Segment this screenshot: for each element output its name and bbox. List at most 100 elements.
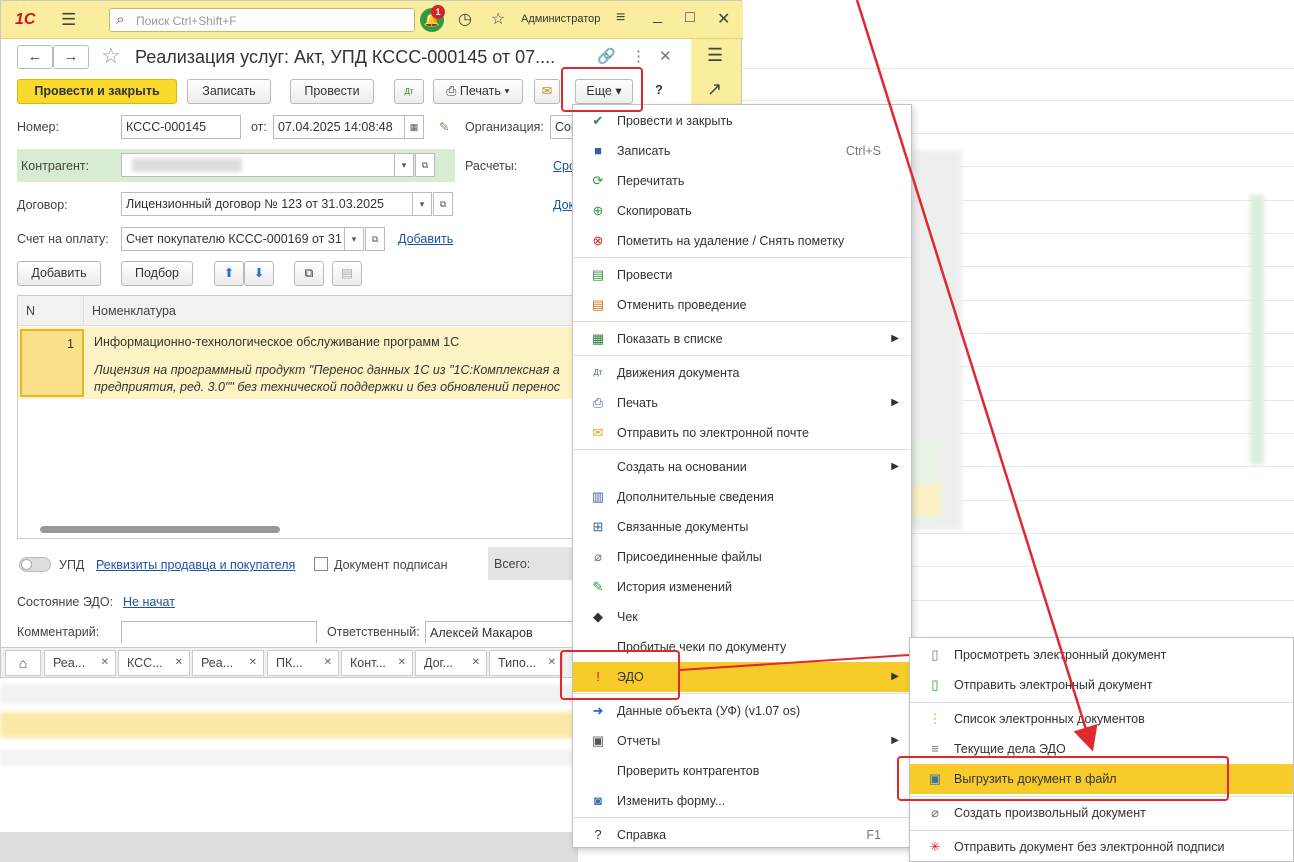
menu-item[interactable]: ⟳ Перечитать xyxy=(573,166,911,196)
menu-item[interactable]: ▣ Отчеты ▶ xyxy=(573,726,911,756)
save-button[interactable]: Записать xyxy=(187,79,271,104)
favorite-star-icon[interactable]: ☆ xyxy=(101,43,121,69)
invoice-dropdown-icon[interactable]: ▾ xyxy=(344,227,364,251)
invoice-field[interactable]: Счет покупателю КССС-000169 от 31 xyxy=(121,227,345,251)
history-icon[interactable]: ◷ xyxy=(458,9,472,29)
submenu-arrow-icon: ▶ xyxy=(891,735,899,746)
row-item-name[interactable]: Информационно-технологическое обслуживан… xyxy=(94,335,459,349)
menu-item[interactable]: Дт Движения документа xyxy=(573,358,911,388)
responsible-field[interactable]: Алексей Макаров xyxy=(425,621,579,643)
maximize-icon[interactable]: □ xyxy=(685,9,695,27)
minimize-icon[interactable]: _ xyxy=(653,7,662,25)
signed-label: Документ подписан xyxy=(334,558,448,572)
menu-item[interactable]: ◆ Чек xyxy=(573,602,911,632)
comment-field[interactable] xyxy=(121,621,317,643)
menu-item[interactable]: ▥ Дополнительные сведения xyxy=(573,482,911,512)
close-form-icon[interactable]: ✕ xyxy=(659,47,672,65)
add-row-button[interactable]: Добавить xyxy=(17,261,101,286)
contract-dropdown-icon[interactable]: ▾ xyxy=(412,192,432,216)
submenu-item[interactable]: ▯ Просмотреть электронный документ xyxy=(910,640,1293,670)
menu-item[interactable]: ▤ Провести xyxy=(573,260,911,290)
move-down-icon[interactable]: ⬇ xyxy=(244,261,274,286)
panel-menu-icon[interactable]: ☰ xyxy=(707,45,723,66)
close-window-icon[interactable]: ✕ xyxy=(717,9,730,29)
help-icon: ? xyxy=(594,827,602,842)
user-name[interactable]: Администратор xyxy=(521,13,600,25)
help-button[interactable]: ? xyxy=(645,79,673,104)
contract-link[interactable]: Док xyxy=(553,198,574,212)
post-button[interactable]: Провести xyxy=(290,79,374,104)
menu-item[interactable]: ⊗ Пометить на удаление / Снять пометку xyxy=(573,226,911,256)
dt-kt-button[interactable]: Дт xyxy=(394,79,424,104)
menu-item[interactable]: ✉ Отправить по электронной почте xyxy=(573,418,911,448)
number-field[interactable]: КССС-000145 xyxy=(121,115,241,139)
menu-item-label: Отчеты xyxy=(617,734,661,748)
1c-logo[interactable]: 1С xyxy=(15,11,35,29)
contract-field[interactable]: Лицензионный договор № 123 от 31.03.2025 xyxy=(121,192,413,216)
signed-checkbox[interactable] xyxy=(314,557,328,571)
window-tab[interactable]: Дог... ✕ xyxy=(415,650,487,676)
menu-item[interactable]: ▦ Показать в списке ▶ xyxy=(573,324,911,354)
home-icon[interactable]: ⌂ xyxy=(5,650,41,676)
invoice-label: Счет на оплату: xyxy=(17,232,109,246)
menu-item[interactable]: ◙ Изменить форму... xyxy=(573,786,911,816)
calendar-icon[interactable]: ▦ xyxy=(404,115,424,139)
menu-item-label: Присоединенные файлы xyxy=(617,550,762,564)
move-up-icon[interactable]: ⬆ xyxy=(214,261,244,286)
window-tab[interactable]: Типо... ✕ xyxy=(489,650,563,676)
link-icon[interactable]: 🔗 xyxy=(597,47,616,65)
back-button[interactable]: ← xyxy=(17,45,53,69)
counterparty-field[interactable] xyxy=(121,153,395,177)
menu-item[interactable]: Проверить контрагентов xyxy=(573,756,911,786)
more-vertical-icon[interactable]: ⋮ xyxy=(631,47,646,65)
favorites-icon[interactable]: ☆ xyxy=(491,9,505,29)
invoice-add-link[interactable]: Добавить xyxy=(398,232,453,246)
menu-item[interactable]: ➜ Данные объекта (УФ) (v1.07 os) xyxy=(573,696,911,726)
table-row[interactable]: 1 Информационно-технологическое обслужив… xyxy=(18,327,590,399)
contract-open-icon[interactable]: ⧉ xyxy=(433,192,453,216)
invoice-open-icon[interactable]: ⧉ xyxy=(365,227,385,251)
submenu-item[interactable]: ✳ Отправить документ без электронной подп… xyxy=(910,832,1293,862)
menu-item[interactable]: ■ Записать Ctrl+S xyxy=(573,136,911,166)
print-button[interactable]: ⎙ Печать ▾ xyxy=(433,79,523,104)
menu-item[interactable]: ⊞ Связанные документы xyxy=(573,512,911,542)
edit-date-icon[interactable]: ✎ xyxy=(439,119,449,134)
row-number[interactable]: 1 xyxy=(20,329,84,397)
window-tab[interactable]: КСС... ✕ xyxy=(118,650,190,676)
menu-item[interactable]: ⌀ Присоединенные файлы xyxy=(573,542,911,572)
menu-item[interactable]: ? Справка F1 xyxy=(573,820,911,850)
submenu-item[interactable]: ▯ Отправить электронный документ xyxy=(910,670,1293,700)
column-header-item[interactable]: Номенклатура xyxy=(84,296,590,326)
copy-row-icon[interactable]: ⧉ xyxy=(294,261,324,286)
window-tab[interactable]: ПК... ✕ xyxy=(267,650,339,676)
submenu-item[interactable]: ⋮ Список электронных документов xyxy=(910,704,1293,734)
panel-chart-icon[interactable]: ↗ xyxy=(707,79,722,100)
menu-item-label: Данные объекта (УФ) (v1.07 os) xyxy=(617,704,801,718)
counterparty-open-icon[interactable]: ⧉ xyxy=(415,153,435,177)
forward-button[interactable]: → xyxy=(53,45,89,69)
select-button[interactable]: Подбор xyxy=(121,261,193,286)
post-and-close-button[interactable]: Провести и закрыть xyxy=(17,79,177,104)
menu-item[interactable]: Создать на основании ▶ xyxy=(573,452,911,482)
edo-state-link[interactable]: Не начат xyxy=(123,595,175,609)
search-field[interactable]: ⌕ Поиск Ctrl+Shift+F xyxy=(109,8,415,32)
upd-toggle[interactable] xyxy=(19,557,51,572)
menu-item[interactable]: ✎ История изменений xyxy=(573,572,911,602)
menu-item[interactable]: ⎙ Печать ▶ xyxy=(573,388,911,418)
menu-item[interactable]: ▤ Отменить проведение xyxy=(573,290,911,320)
submenu-item[interactable]: ⌀ Создать произвольный документ xyxy=(910,798,1293,828)
menu-item[interactable]: ⊕ Скопировать xyxy=(573,196,911,226)
paste-row-icon[interactable]: ▤ xyxy=(332,261,362,286)
column-header-n[interactable]: N xyxy=(18,296,84,326)
counterparty-dropdown-icon[interactable]: ▾ xyxy=(394,153,414,177)
settings-menu-icon[interactable]: ≡ xyxy=(616,9,625,27)
window-tab[interactable]: Конт... ✕ xyxy=(341,650,413,676)
requisites-link[interactable]: Реквизиты продавца и покупателя xyxy=(96,558,295,572)
window-tab[interactable]: Реа... ✕ xyxy=(44,650,116,676)
window-tab[interactable]: Реа... ✕ xyxy=(192,650,264,676)
horizontal-scrollbar[interactable] xyxy=(40,526,280,533)
title-bar: 1С ☰ ⌕ Поиск Ctrl+Shift+F 🔔 1 ◷ ☆ Админи… xyxy=(1,1,743,39)
main-menu-icon[interactable]: ☰ xyxy=(61,10,76,30)
date-field[interactable]: 07.04.2025 14:08:48 xyxy=(273,115,405,139)
email-button[interactable]: ✉ xyxy=(534,79,560,104)
